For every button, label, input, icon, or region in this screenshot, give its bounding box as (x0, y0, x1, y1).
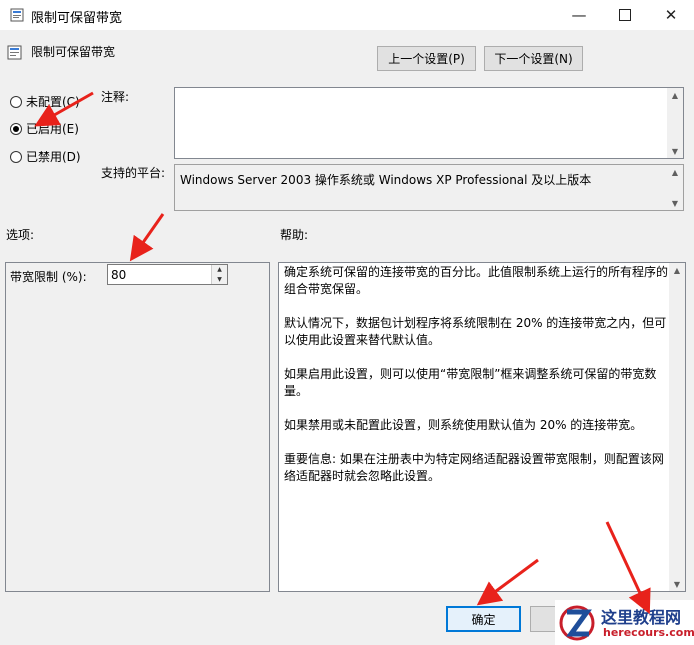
watermark-logo-icon (559, 605, 595, 641)
scroll-up-icon[interactable]: ▲ (669, 263, 685, 277)
close-button[interactable]: ✕ (648, 0, 694, 30)
help-label: 帮助: (280, 228, 309, 242)
radio-disabled[interactable]: 已禁用(D) (10, 148, 81, 165)
spin-buttons[interactable]: ▲ ▼ (211, 265, 227, 284)
help-paragraph: 重要信息: 如果在注册表中为特定网络适配器设置带宽限制，则配置该网络适配器时就会… (284, 452, 664, 483)
setting-icon (7, 45, 22, 60)
window-title: 限制可保留带宽 (31, 11, 123, 26)
scroll-down-icon[interactable]: ▼ (669, 577, 685, 591)
watermark: 这里教程网 herecours.com (555, 600, 694, 645)
help-paragraph: 如果禁用或未配置此设置，则系统使用默认值为 20% 的连接带宽。 (284, 418, 643, 432)
radio-not-configured[interactable]: 未配置(C) (10, 93, 80, 110)
radio-circle[interactable] (10, 95, 22, 108)
help-text: 确定系统可保留的连接带宽的百分比。此值限制系统上运行的所有程序的组合带宽保留。 … (284, 264, 668, 502)
options-label: 选项: (6, 228, 35, 242)
radio-circle-selected[interactable] (10, 122, 22, 135)
bandwidth-spinbox[interactable]: 80 ▲ ▼ (107, 264, 228, 285)
comment-textarea[interactable]: ▲ ▼ (174, 87, 684, 159)
radio-enabled[interactable]: 已启用(E) (10, 120, 79, 137)
maximize-icon (619, 9, 631, 21)
comment-scrollbar[interactable]: ▲ ▼ (667, 88, 683, 158)
comment-label: 注释: (101, 90, 130, 104)
bandwidth-limit-input[interactable]: 80 (111, 268, 126, 282)
platform-label: 支持的平台: (101, 166, 166, 180)
radio-label: 未配置(C) (26, 95, 80, 109)
scroll-down-icon[interactable]: ▼ (667, 196, 683, 210)
radio-label: 已启用(E) (26, 122, 79, 136)
watermark-url: herecours.com (603, 626, 694, 639)
policy-icon (10, 8, 24, 22)
help-paragraph: 确定系统可保留的连接带宽的百分比。此值限制系统上运行的所有程序的组合带宽保留。 (284, 265, 669, 296)
maximize-button[interactable] (602, 0, 648, 30)
scroll-up-icon[interactable]: ▲ (667, 165, 683, 179)
title-bar[interactable]: 限制可保留带宽 — ✕ (0, 0, 694, 31)
spin-down-icon[interactable]: ▼ (212, 275, 227, 284)
help-scrollbar[interactable]: ▲ ▼ (669, 263, 685, 591)
minimize-icon: — (571, 6, 587, 24)
spin-up-icon[interactable]: ▲ (212, 265, 227, 274)
watermark-name: 这里教程网 (601, 608, 682, 627)
minimize-button[interactable]: — (556, 0, 602, 30)
bandwidth-limit-label: 带宽限制 (%): (10, 270, 87, 284)
help-paragraph: 如果启用此设置，则可以使用“带宽限制”框来调整系统可保留的带宽数量。 (284, 367, 657, 398)
radio-circle[interactable] (10, 150, 22, 163)
close-icon: ✕ (664, 6, 678, 24)
previous-setting-button[interactable]: 上一个设置(P) (377, 46, 476, 71)
ok-button[interactable]: 确定 (446, 606, 521, 632)
platform-box: Windows Server 2003 操作系统或 Windows XP Pro… (174, 164, 684, 211)
platform-value: Windows Server 2003 操作系统或 Windows XP Pro… (180, 173, 592, 187)
platform-scrollbar[interactable]: ▲ ▼ (667, 165, 683, 210)
next-setting-button[interactable]: 下一个设置(N) (484, 46, 583, 71)
help-paragraph: 默认情况下，数据包计划程序将系统限制在 20% 的连接带宽之内，但可以使用此设置… (284, 316, 667, 347)
policy-name: 限制可保留带宽 (31, 45, 116, 59)
scroll-down-icon[interactable]: ▼ (667, 144, 683, 158)
scroll-up-icon[interactable]: ▲ (667, 88, 683, 102)
radio-label: 已禁用(D) (26, 150, 81, 164)
options-panel (5, 262, 270, 592)
